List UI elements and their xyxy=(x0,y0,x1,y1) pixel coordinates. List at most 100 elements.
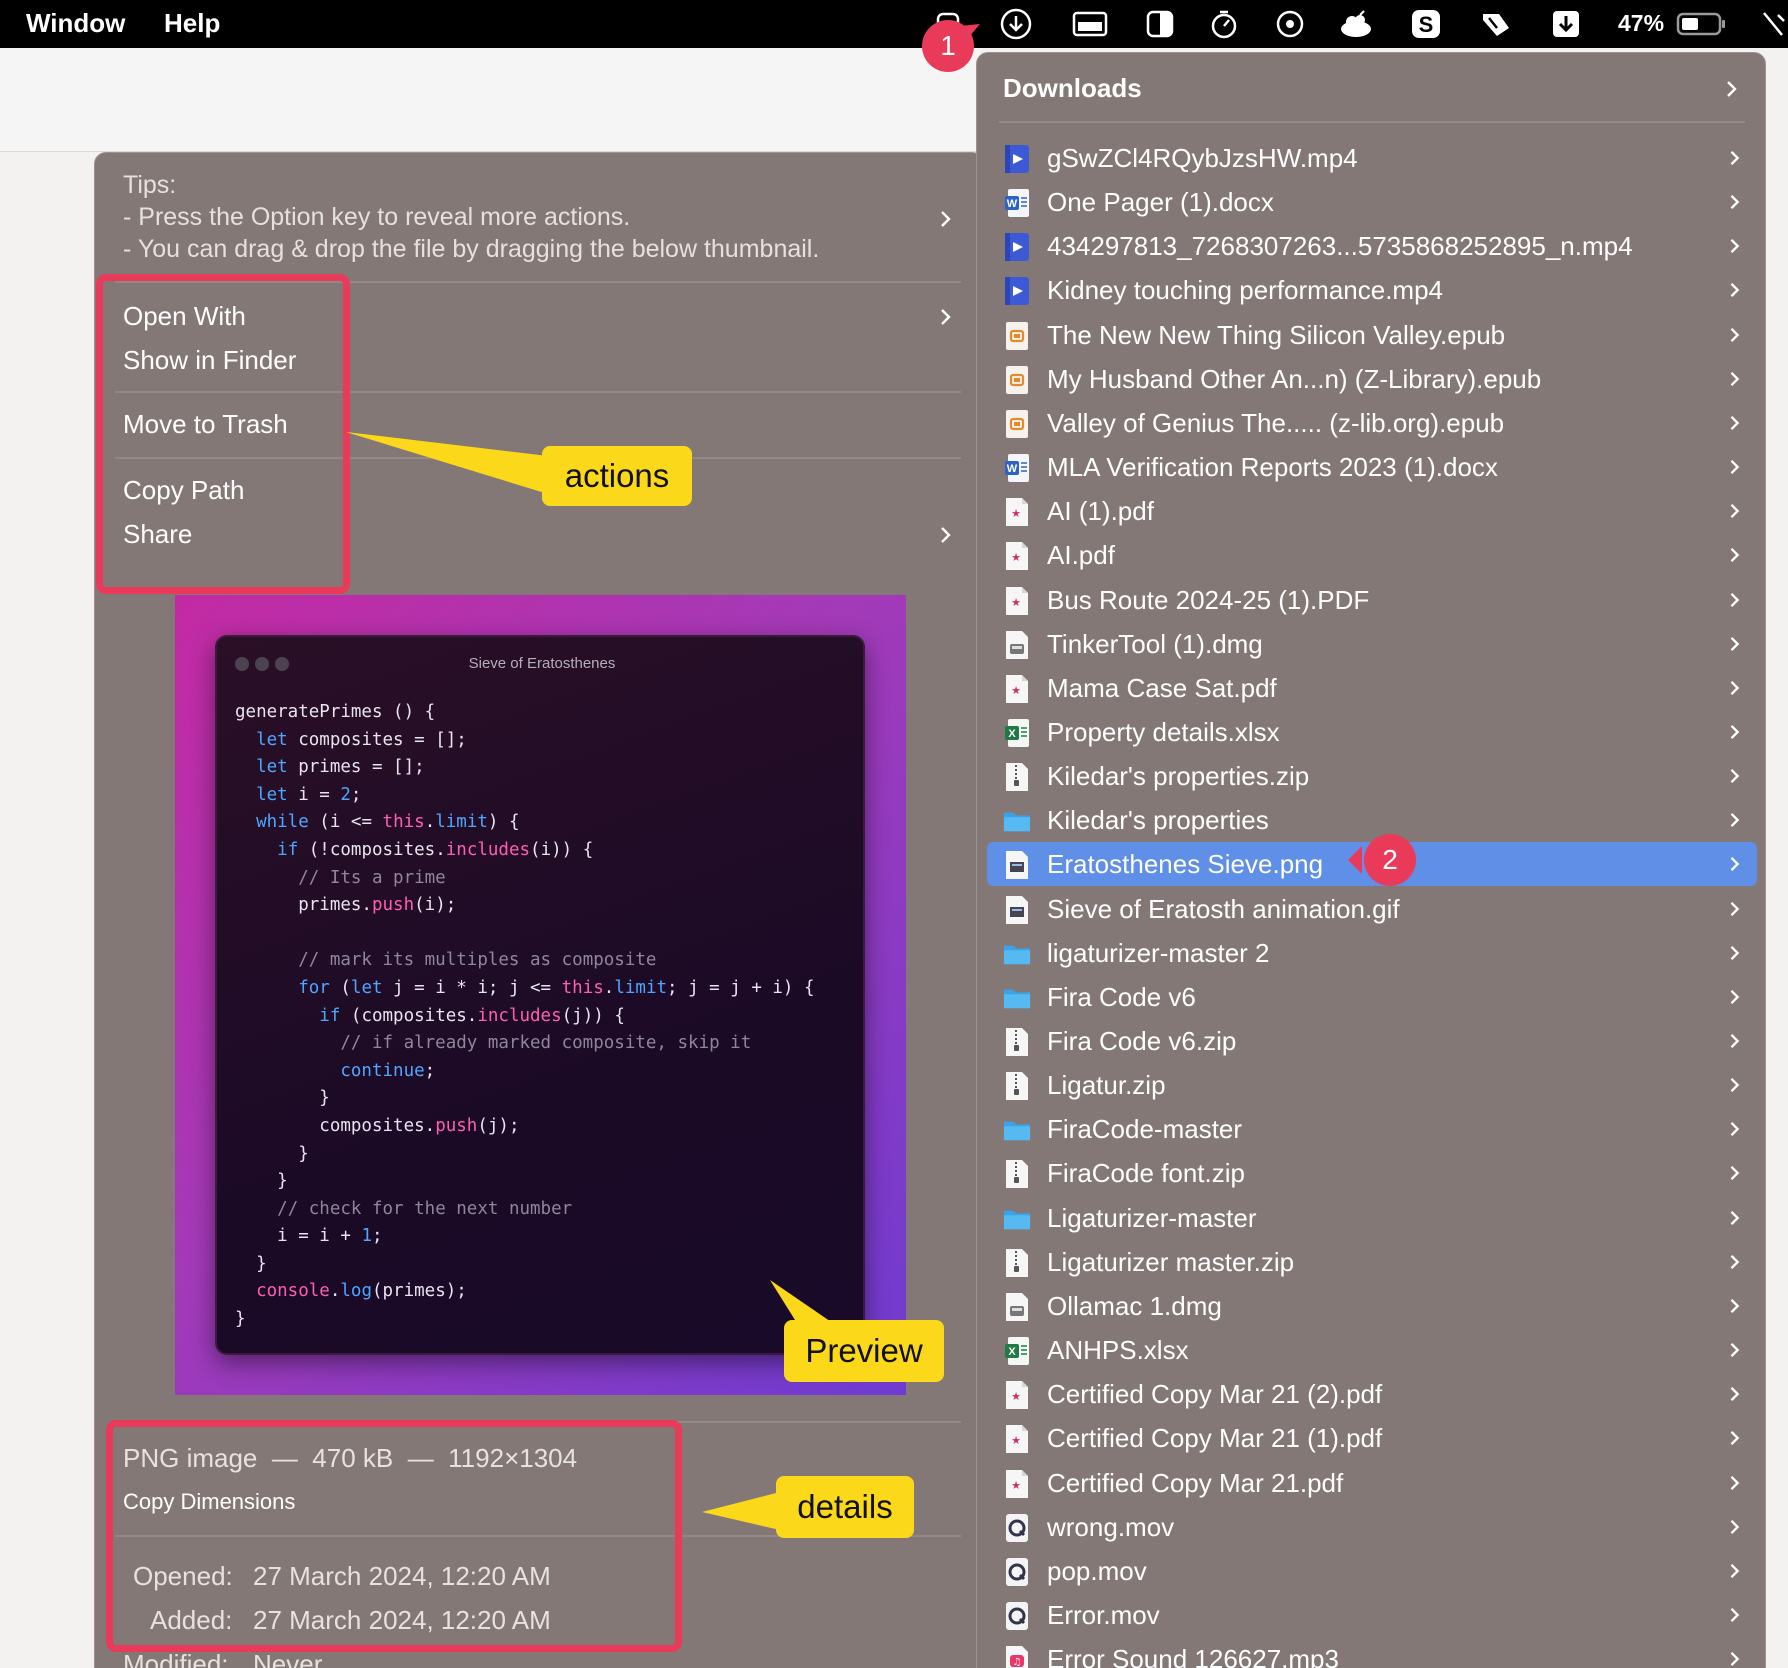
file-name: Error.mov xyxy=(1047,1599,1160,1630)
chevron-right-icon[interactable] xyxy=(1727,592,1743,608)
download-file-row[interactable]: ★ Mama Case Sat.pdf xyxy=(987,666,1757,710)
download-file-row[interactable]: gSwZCl4RQybJzsHW.mp4 xyxy=(987,136,1757,180)
downloads-box-icon[interactable] xyxy=(1548,6,1584,42)
download-file-row[interactable]: Ligaturizer master.zip xyxy=(987,1240,1757,1284)
downloads-header[interactable]: Downloads xyxy=(1003,73,1142,104)
download-file-row[interactable]: 434297813_7268307263...5735868252895_n.m… xyxy=(987,224,1757,268)
download-file-row[interactable]: W One Pager (1).docx xyxy=(987,180,1757,224)
chevron-right-icon[interactable] xyxy=(937,308,955,326)
chevron-right-icon[interactable] xyxy=(1727,1651,1743,1667)
chevron-right-icon[interactable] xyxy=(1727,856,1743,872)
download-file-row[interactable]: The New New Thing Silicon Valley.epub xyxy=(987,313,1757,357)
chevron-right-icon[interactable] xyxy=(1727,459,1743,475)
chevron-right-icon[interactable] xyxy=(1727,282,1743,298)
clip-icon[interactable] xyxy=(1478,6,1514,42)
chevron-right-icon[interactable] xyxy=(1727,415,1743,431)
download-file-row[interactable]: ♫ Error Sound 126627.mp3 xyxy=(987,1637,1757,1668)
pdf-icon: ★ xyxy=(1003,497,1029,527)
download-file-row[interactable]: Valley of Genius The..... (z-lib.org).ep… xyxy=(987,401,1757,445)
chevron-right-icon[interactable] xyxy=(937,210,955,228)
chevron-right-icon[interactable] xyxy=(1727,812,1743,828)
download-file-row[interactable]: Kiledar's properties xyxy=(987,798,1757,842)
chevron-right-icon[interactable] xyxy=(937,526,955,544)
chevron-right-icon[interactable] xyxy=(1727,1475,1743,1491)
chevron-right-icon[interactable] xyxy=(1727,150,1743,166)
timer-icon[interactable] xyxy=(1206,6,1242,42)
preview-callout: Preview xyxy=(784,1320,944,1382)
download-file-row[interactable]: Sieve of Eratosth animation.gif xyxy=(987,887,1757,931)
chevron-right-icon[interactable] xyxy=(1727,901,1743,917)
control-center-icon[interactable] xyxy=(1758,6,1788,42)
download-file-row[interactable]: ligaturizer-master 2 xyxy=(987,931,1757,975)
menu-help[interactable]: Help xyxy=(164,8,220,39)
cloud-icon[interactable] xyxy=(1338,6,1374,42)
chevron-right-icon[interactable] xyxy=(1727,1298,1743,1314)
chevron-right-icon[interactable] xyxy=(1727,636,1743,652)
chevron-right-icon[interactable] xyxy=(1727,1563,1743,1579)
chevron-right-icon[interactable] xyxy=(1727,238,1743,254)
download-file-row[interactable]: TinkerTool (1).dmg xyxy=(987,622,1757,666)
svg-text:♫: ♫ xyxy=(1013,1657,1022,1668)
download-file-row[interactable]: Kiledar's properties.zip xyxy=(987,754,1757,798)
chevron-right-icon[interactable] xyxy=(1727,371,1743,387)
chevron-right-icon[interactable] xyxy=(1727,945,1743,961)
download-file-row[interactable]: Kidney touching performance.mp4 xyxy=(987,268,1757,312)
download-file-row[interactable]: W MLA Verification Reports 2023 (1).docx xyxy=(987,445,1757,489)
download-file-row[interactable]: Ligatur.zip xyxy=(987,1063,1757,1107)
chevron-right-icon[interactable] xyxy=(1727,1254,1743,1270)
download-file-row[interactable]: ★ AI.pdf xyxy=(987,533,1757,577)
download-file-row[interactable]: Fira Code v6.zip xyxy=(987,1019,1757,1063)
download-file-row[interactable]: Fira Code v6 xyxy=(987,975,1757,1019)
chevron-right-icon[interactable] xyxy=(1727,724,1743,740)
chevron-right-icon[interactable] xyxy=(1727,547,1743,563)
chevron-right-icon[interactable] xyxy=(1727,1165,1743,1181)
download-file-row[interactable]: FiraCode font.zip xyxy=(987,1151,1757,1195)
chevron-right-icon[interactable] xyxy=(1727,1386,1743,1402)
menu-window[interactable]: Window xyxy=(26,8,125,39)
download-file-row[interactable]: Error.mov xyxy=(987,1593,1757,1637)
file-name: Mama Case Sat.pdf xyxy=(1047,672,1277,703)
download-file-row[interactable]: ★ Bus Route 2024-25 (1).PDF xyxy=(987,578,1757,622)
folder-icon xyxy=(1003,983,1031,1013)
download-file-row[interactable]: X ANHPS.xlsx xyxy=(987,1328,1757,1372)
download-file-row[interactable]: wrong.mov xyxy=(987,1505,1757,1549)
file-name: AI.pdf xyxy=(1047,540,1115,571)
chevron-right-icon[interactable] xyxy=(1723,80,1741,98)
download-file-row[interactable]: ★ AI (1).pdf xyxy=(987,489,1757,533)
download-file-row[interactable]: ★ Certified Copy Mar 21.pdf xyxy=(987,1461,1757,1505)
chevron-right-icon[interactable] xyxy=(1727,1607,1743,1623)
display-icon[interactable] xyxy=(1072,6,1108,42)
chevron-right-icon[interactable] xyxy=(1727,503,1743,519)
chevron-right-icon[interactable] xyxy=(1727,1342,1743,1358)
download-file-row[interactable]: pop.mov xyxy=(987,1549,1757,1593)
battery-icon[interactable] xyxy=(1674,6,1730,42)
download-file-row[interactable]: FiraCode-master xyxy=(987,1107,1757,1151)
svg-text:★: ★ xyxy=(1011,685,1021,697)
chevron-right-icon[interactable] xyxy=(1727,194,1743,210)
chevron-right-icon[interactable] xyxy=(1727,1121,1743,1137)
download-file-row[interactable]: Ligaturizer-master xyxy=(987,1196,1757,1240)
skype-icon[interactable]: S xyxy=(1408,6,1444,42)
download-file-row[interactable]: ★ Certified Copy Mar 21 (1).pdf xyxy=(987,1416,1757,1460)
chevron-right-icon[interactable] xyxy=(1727,1077,1743,1093)
download-file-row[interactable]: My Husband Other An...n) (Z-Library).epu… xyxy=(987,357,1757,401)
download-circle-icon[interactable] xyxy=(998,6,1034,42)
chevron-right-icon[interactable] xyxy=(1727,989,1743,1005)
chevron-right-icon[interactable] xyxy=(1727,1430,1743,1446)
chevron-right-icon[interactable] xyxy=(1727,1210,1743,1226)
chevron-right-icon[interactable] xyxy=(1727,1519,1743,1535)
download-file-row[interactable]: Ollamac 1.dmg xyxy=(987,1284,1757,1328)
chevron-right-icon[interactable] xyxy=(1727,327,1743,343)
file-name: Sieve of Eratosth animation.gif xyxy=(1047,893,1400,924)
file-name: One Pager (1).docx xyxy=(1047,187,1274,218)
chevron-right-icon[interactable] xyxy=(1727,768,1743,784)
record-icon[interactable] xyxy=(1272,6,1308,42)
chevron-right-icon[interactable] xyxy=(1727,680,1743,696)
download-file-row[interactable]: X Property details.xlsx xyxy=(987,710,1757,754)
chevron-right-icon[interactable] xyxy=(1727,1033,1743,1049)
contrast-icon[interactable] xyxy=(1142,6,1178,42)
svg-text:★: ★ xyxy=(1011,552,1021,564)
download-file-row[interactable]: ★ Certified Copy Mar 21 (2).pdf xyxy=(987,1372,1757,1416)
word-icon: W xyxy=(1003,453,1029,483)
preview-thumbnail[interactable]: Sieve of Eratosthenes generatePrimes () … xyxy=(175,595,906,1395)
